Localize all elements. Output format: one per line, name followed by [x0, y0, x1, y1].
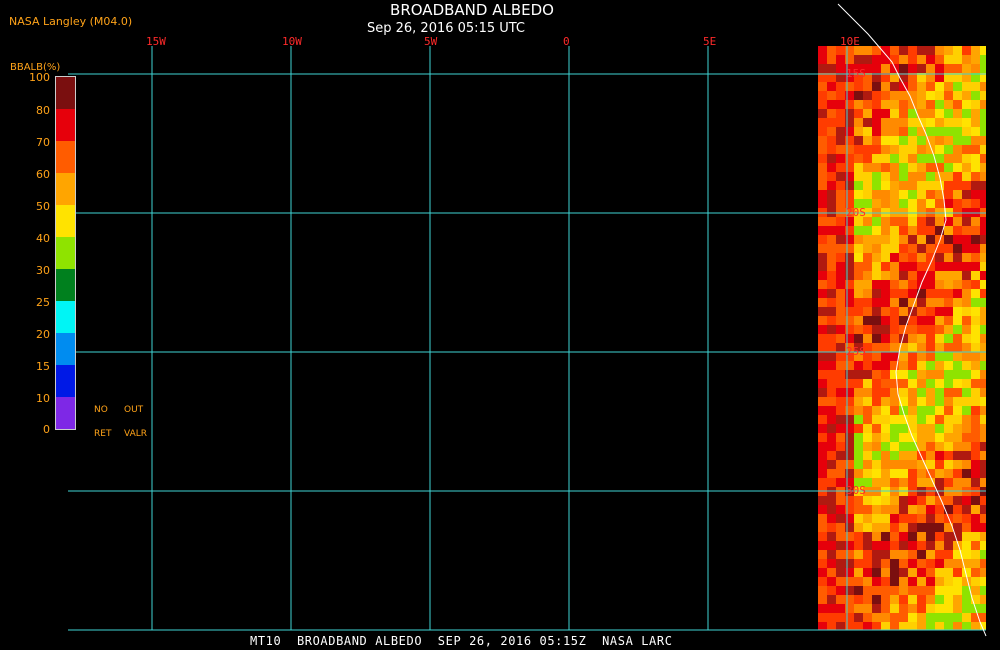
colorbar	[55, 76, 76, 430]
colorbar-swatch	[56, 77, 75, 109]
colorbar-tick: 0	[43, 423, 50, 436]
colorbar-tick: 40	[36, 232, 50, 245]
lat-label-15s: 15S	[846, 67, 866, 80]
colorbar-tick: 80	[36, 104, 50, 117]
colorbar-swatch	[56, 141, 75, 173]
legend-ret: RET	[94, 429, 112, 439]
colorbar-tick: 15	[36, 360, 50, 373]
colorbar-tick: 60	[36, 168, 50, 181]
colorbar-tick: 30	[36, 264, 50, 277]
colorbar-tick: 25	[36, 296, 50, 309]
colorbar-swatch	[56, 173, 75, 205]
colorbar-swatch	[56, 397, 75, 429]
lon-label-5e: 5E	[703, 35, 717, 48]
legend-valr: VALR	[124, 429, 148, 439]
colorbar-swatch	[56, 205, 75, 237]
legend-no: NO	[94, 405, 108, 415]
colorbar-tick: 20	[36, 328, 50, 341]
lat-label-30s: 30S	[846, 484, 866, 497]
colorbar-tick: 100	[29, 71, 50, 84]
colorbar-tick: 70	[36, 136, 50, 149]
colorbar-swatch	[56, 269, 75, 301]
lat-label-20s: 20S	[846, 206, 866, 219]
albedo-map	[68, 3, 987, 637]
footer-caption: MT10 BROADBAND ALBEDO SEP 26, 2016 05:15…	[250, 634, 673, 648]
lon-label-10w: 10W	[282, 35, 302, 48]
legend-out: OUT	[124, 405, 144, 415]
lon-label-0: 0	[563, 35, 570, 48]
lat-label-25s: 25S	[846, 345, 866, 358]
colorbar-swatch	[56, 237, 75, 269]
colorbar-swatch	[56, 301, 75, 333]
lon-label-15w: 15W	[146, 35, 166, 48]
satellite-imagery	[818, 46, 986, 630]
colorbar-swatch	[56, 365, 75, 397]
colorbar-tick: 10	[36, 392, 50, 405]
colorbar-swatch	[56, 109, 75, 141]
colorbar-swatch	[56, 333, 75, 365]
colorbar-tick: 50	[36, 200, 50, 213]
lon-label-5w: 5W	[424, 35, 438, 48]
lon-label-10e: 10E	[840, 35, 860, 48]
